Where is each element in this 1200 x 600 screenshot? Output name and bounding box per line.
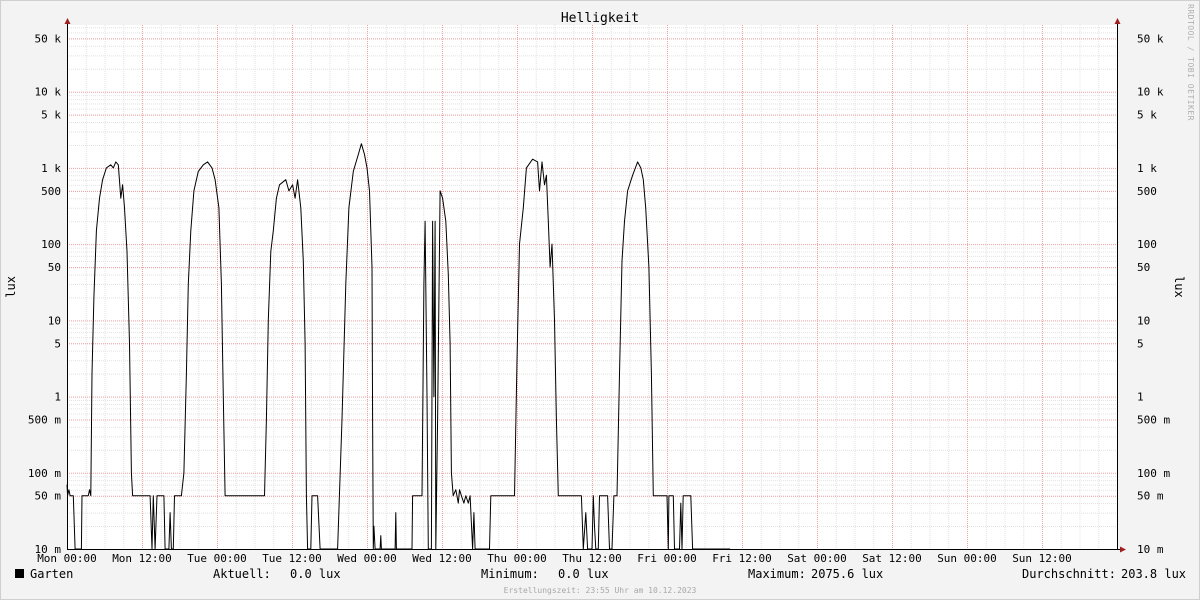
brightness-chart: 10 m 10 m50 m 50 m100 m 100 m500 m 500 m1 15 5… <box>28 18 1170 565</box>
y-tick-label-left: 10 k <box>35 86 62 99</box>
y-tick-label-right: 10 <box>1137 314 1150 327</box>
y-tick-label-right: 1 <box>1137 391 1144 404</box>
x-tick-label: Wed 00:00 <box>337 552 397 565</box>
stat-minimum-value: 0.0 lux <box>558 567 609 581</box>
stat-current-label: Aktuell: <box>213 567 271 581</box>
y-tick-label-right: 100 m <box>1137 467 1170 480</box>
y-tick-label-left: 1 <box>54 391 61 404</box>
y-tick-label-right: 10 m <box>1137 543 1164 556</box>
stat-current-value: 0.0 lux <box>290 567 341 581</box>
y-tick-label-left: 100 <box>41 238 61 251</box>
y-axis-arrow-right <box>1114 18 1121 24</box>
y-tick-label-right: 500 m <box>1137 414 1170 427</box>
x-tick-label: Fri 12:00 <box>712 552 772 565</box>
legend-swatch-garten <box>15 569 24 578</box>
y-tick-label-right: 5 <box>1137 337 1144 350</box>
y-tick-label-left: 500 m <box>28 414 61 427</box>
y-tick-label-left: 5 k <box>41 109 61 122</box>
y-tick-label-right: 50 k <box>1137 32 1164 45</box>
stat-minimum-label: Minimum: <box>481 567 539 581</box>
y-tick-label-left: 50 m <box>35 490 62 503</box>
stat-average-value: 203.8 lux <box>1121 567 1187 581</box>
x-tick-label: Sat 12:00 <box>862 552 922 565</box>
y-tick-label-left: 100 m <box>28 467 61 480</box>
x-tick-label: Sat 00:00 <box>787 552 847 565</box>
legend-series-label: Garten <box>30 567 74 581</box>
y-tick-label-right: 100 <box>1137 238 1157 251</box>
y-tick-label-left: 500 <box>41 185 61 198</box>
x-tick-label: Fri 00:00 <box>637 552 697 565</box>
stat-average-label: Durchschnitt: <box>1022 567 1116 581</box>
stat-maximum-label: Maximum: <box>748 567 806 581</box>
x-axis-arrow <box>1120 546 1126 553</box>
y-tick-label-right: 1 k <box>1137 162 1157 175</box>
y-tick-label-right: 10 k <box>1137 86 1164 99</box>
x-tick-label: Thu 12:00 <box>562 552 622 565</box>
generation-timestamp: Erstellungszeit: 23:55 Uhr am 10.12.2023 <box>503 586 697 595</box>
y-tick-label-left: 10 <box>48 314 61 327</box>
y-tick-label-right: 5 k <box>1137 109 1157 122</box>
y-tick-label-right: 500 <box>1137 185 1157 198</box>
x-tick-label: Sun 12:00 <box>1012 552 1072 565</box>
stat-maximum-value: 2075.6 lux <box>811 567 884 581</box>
y-tick-label-left: 1 k <box>41 162 61 175</box>
y-tick-label-left: 50 <box>48 261 61 274</box>
x-tick-label: Tue 12:00 <box>262 552 322 565</box>
x-tick-label: Wed 12:00 <box>412 552 472 565</box>
x-tick-label: Mon 00:00 <box>37 552 97 565</box>
x-tick-label: Tue 00:00 <box>187 552 247 565</box>
y-tick-label-left: 5 <box>54 337 61 350</box>
y-tick-label-right: 50 <box>1137 261 1150 274</box>
legend: Garten Aktuell: 0.0 lux Minimum: 0.0 lux… <box>0 567 1200 583</box>
x-tick-label: Sun 00:00 <box>937 552 997 565</box>
y-tick-label-left: 50 k <box>35 32 62 45</box>
x-tick-label: Thu 00:00 <box>487 552 547 565</box>
y-tick-label-right: 50 m <box>1137 490 1164 503</box>
x-tick-label: Mon 12:00 <box>112 552 172 565</box>
y-axis-arrow-left <box>64 18 71 24</box>
